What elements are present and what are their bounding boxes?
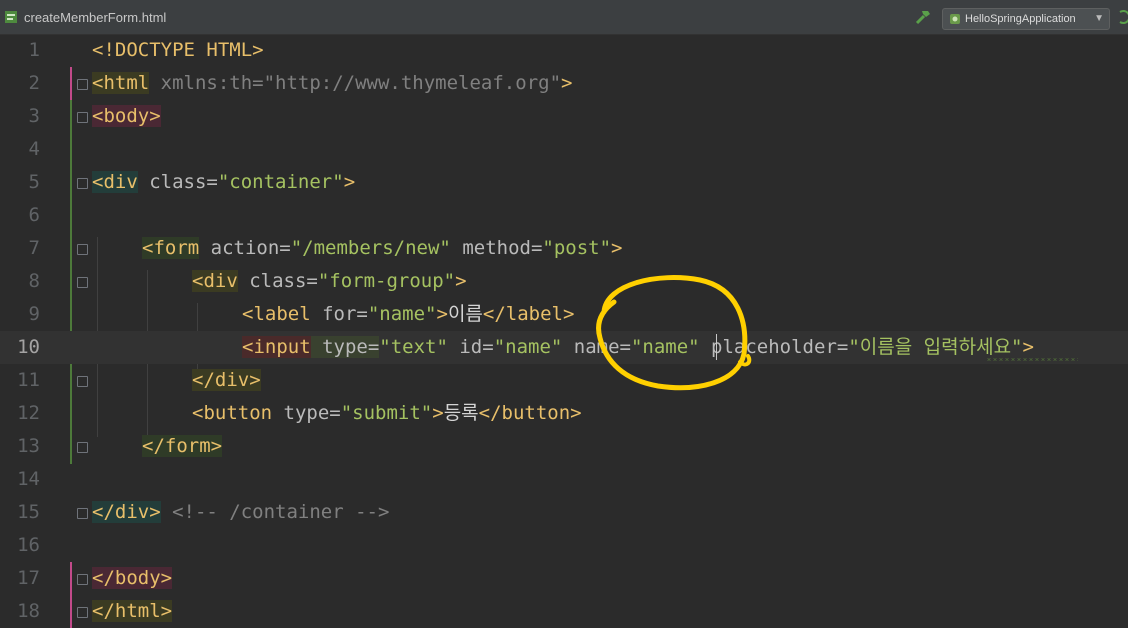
line-number: 2 — [28, 72, 40, 94]
fold-marker-icon[interactable] — [77, 376, 88, 387]
code-editor[interactable]: 1 <!DOCTYPE HTML> 2 <html xmlns:th="http… — [0, 34, 1128, 628]
code-text: </div> <!-- /container --> — [92, 501, 390, 523]
code-line: 11 </div> — [0, 364, 1128, 397]
code-text: </html> — [92, 600, 173, 622]
code-text: </body> — [92, 567, 173, 589]
run-configuration-dropdown[interactable]: HelloSpringApplication ▼ — [942, 8, 1110, 30]
run-icon[interactable] — [1118, 10, 1128, 24]
code-text: <html xmlns:th="http://www.thymeleaf.org… — [92, 72, 573, 94]
chevron-down-icon: ▼ — [1094, 13, 1104, 24]
code-line: 1 <!DOCTYPE HTML> — [0, 34, 1128, 67]
html-file-icon — [5, 11, 17, 23]
line-number: 12 — [17, 402, 40, 424]
code-text: <label for="name">이름</label> — [242, 303, 575, 325]
code-line: 16 — [0, 529, 1128, 562]
line-number: 16 — [17, 534, 40, 556]
build-hammer-icon[interactable] — [914, 8, 932, 26]
line-number: 17 — [17, 567, 40, 589]
code-line: 2 <html xmlns:th="http://www.thymeleaf.o… — [0, 67, 1128, 100]
line-number: 13 — [17, 435, 40, 457]
fold-marker-icon[interactable] — [77, 277, 88, 288]
fold-marker-icon[interactable] — [77, 607, 88, 618]
fold-marker-icon[interactable] — [77, 574, 88, 585]
code-text: <div class="form-group"> — [192, 270, 467, 292]
line-number: 14 — [17, 468, 40, 490]
spring-app-icon — [950, 14, 960, 24]
text-cursor — [716, 334, 717, 360]
code-line: 8 <div class="form-group"> — [0, 265, 1128, 298]
code-line: 4 — [0, 133, 1128, 166]
code-text: </div> — [192, 369, 261, 391]
code-line: 15 </div> <!-- /container --> — [0, 496, 1128, 529]
line-number: 7 — [28, 237, 40, 259]
fold-marker-icon[interactable] — [77, 178, 88, 189]
code-line: 7 <form action="/members/new" method="po… — [0, 232, 1128, 265]
line-number: 3 — [28, 105, 40, 127]
code-text: </form> — [142, 435, 223, 457]
line-number: 18 — [17, 600, 40, 622]
code-line: 12 <button type="submit">등록</button> — [0, 397, 1128, 430]
code-text: <form action="/members/new" method="post… — [142, 237, 623, 259]
code-line: 14 — [0, 463, 1128, 496]
code-text: <button type="submit">등록</button> — [192, 402, 582, 424]
fold-marker-icon[interactable] — [77, 508, 88, 519]
line-number: 8 — [28, 270, 40, 292]
file-tab-label[interactable]: createMemberForm.html — [24, 10, 166, 25]
line-number: 10 — [17, 336, 40, 358]
code-line: 3 <body> — [0, 100, 1128, 133]
editor-tab-bar: createMemberForm.html HelloSpringApplica… — [0, 0, 1128, 35]
fold-marker-icon[interactable] — [77, 442, 88, 453]
code-text: <body> — [92, 105, 161, 127]
code-line: 13 </form> — [0, 430, 1128, 463]
line-number: 5 — [28, 171, 40, 193]
fold-marker-icon[interactable] — [77, 244, 88, 255]
code-line: 17 </body> — [0, 562, 1128, 595]
line-number: 1 — [28, 39, 40, 61]
line-number: 11 — [17, 369, 40, 391]
spellcheck-squiggle — [986, 358, 1078, 361]
code-line: 5 <div class="container"> — [0, 166, 1128, 199]
code-text: <div class="container"> — [92, 171, 356, 193]
code-text: <input type="text" id="name" name="name"… — [242, 336, 1034, 358]
run-configuration-label: HelloSpringApplication — [965, 13, 1076, 25]
line-number: 6 — [28, 204, 40, 226]
line-number: 15 — [17, 501, 40, 523]
code-line: 18 </html> — [0, 595, 1128, 628]
code-line: 6 — [0, 199, 1128, 232]
line-number: 4 — [28, 138, 40, 160]
code-text: <!DOCTYPE HTML> — [92, 39, 264, 61]
line-number: 9 — [28, 303, 40, 325]
fold-marker-icon[interactable] — [77, 79, 88, 90]
code-line: 9 <label for="name">이름</label> — [0, 298, 1128, 331]
code-line-current: 10 <input type="text" id="name" name="na… — [0, 331, 1128, 364]
fold-marker-icon[interactable] — [77, 112, 88, 123]
